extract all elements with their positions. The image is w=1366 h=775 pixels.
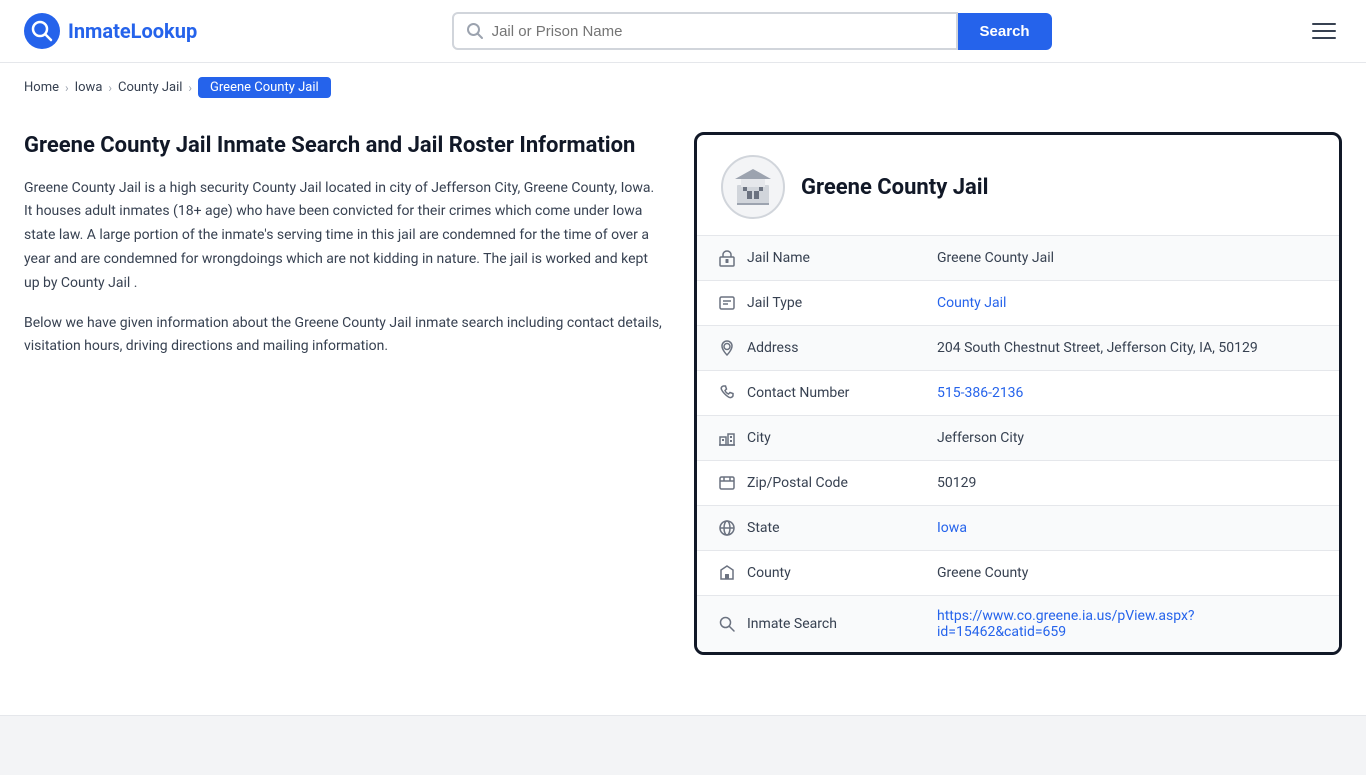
row-value: Greene County Jail (917, 236, 1339, 281)
chevron-icon: › (65, 81, 69, 95)
row-value: Jefferson City (917, 416, 1339, 461)
table-row: Jail Name Greene County Jail (697, 236, 1339, 281)
jail-avatar (721, 155, 785, 219)
chevron-icon: › (108, 81, 112, 95)
row-label: Zip/Postal Code (747, 475, 848, 491)
breadcrumb-iowa[interactable]: Iowa (75, 80, 103, 95)
main-content: Greene County Jail Inmate Search and Jai… (0, 112, 1366, 675)
header: InmateLookup Search (0, 0, 1366, 63)
card-title: Greene County Jail (801, 175, 988, 200)
jail-icon (717, 248, 737, 268)
logo-text: InmateLookup (68, 19, 197, 43)
building-icon (731, 165, 775, 209)
breadcrumb-current: Greene County Jail (198, 77, 331, 98)
info-card: Greene County Jail Jail Name Greene Coun… (694, 132, 1342, 655)
row-label: County (747, 565, 791, 581)
breadcrumb-home[interactable]: Home (24, 80, 59, 95)
hamburger-line (1312, 37, 1336, 39)
address-icon (717, 338, 737, 358)
search-button[interactable]: Search (958, 13, 1052, 50)
row-value-link[interactable]: https://www.co.greene.ia.us/pView.aspx?i… (937, 608, 1195, 640)
left-column: Greene County Jail Inmate Search and Jai… (24, 132, 664, 375)
table-row: Zip/Postal Code 50129 (697, 461, 1339, 506)
row-value: Greene County (917, 551, 1339, 596)
search-area: Search (452, 12, 1052, 50)
row-label: City (747, 430, 771, 446)
row-value-link[interactable]: Iowa (937, 520, 967, 536)
hamburger-line (1312, 30, 1336, 32)
table-row: County Greene County (697, 551, 1339, 596)
hamburger-menu[interactable] (1306, 17, 1342, 45)
row-value: 50129 (917, 461, 1339, 506)
row-label: Inmate Search (747, 616, 837, 632)
chevron-icon: › (188, 81, 192, 95)
table-row: Jail Type County Jail (697, 281, 1339, 326)
table-row: Contact Number 515-386-2136 (697, 371, 1339, 416)
row-label: Jail Type (747, 295, 802, 311)
row-label: Jail Name (747, 250, 810, 266)
table-row: City Jefferson City (697, 416, 1339, 461)
row-value-link[interactable]: County Jail (937, 295, 1006, 311)
row-label: Contact Number (747, 385, 849, 401)
row-label: Address (747, 340, 798, 356)
row-label: State (747, 520, 780, 536)
page-title: Greene County Jail Inmate Search and Jai… (24, 132, 664, 161)
row-value-link[interactable]: 515-386-2136 (937, 385, 1023, 401)
breadcrumb: Home › Iowa › County Jail › Greene Count… (0, 63, 1366, 112)
table-row: Inmate Search https://www.co.greene.ia.u… (697, 596, 1339, 653)
logo-icon (24, 13, 60, 49)
info-table: Jail Name Greene County Jail Jail Type C… (697, 236, 1339, 652)
county-icon (717, 563, 737, 583)
table-row: Address 204 South Chestnut Street, Jeffe… (697, 326, 1339, 371)
type-icon (717, 293, 737, 313)
table-row: State Iowa (697, 506, 1339, 551)
page-description-1: Greene County Jail is a high security Co… (24, 177, 664, 296)
card-header: Greene County Jail (697, 135, 1339, 236)
city-icon (717, 428, 737, 448)
page-description-2: Below we have given information about th… (24, 312, 664, 360)
hamburger-line (1312, 23, 1336, 25)
zip-icon (717, 473, 737, 493)
search-input[interactable] (492, 23, 944, 40)
globe-icon (717, 518, 737, 538)
row-value: 204 South Chestnut Street, Jefferson Cit… (917, 326, 1339, 371)
search-icon (466, 22, 484, 40)
search-icon (717, 614, 737, 634)
breadcrumb-county-jail[interactable]: County Jail (118, 80, 182, 95)
logo: InmateLookup (24, 13, 197, 49)
search-input-wrapper (452, 12, 958, 50)
phone-icon (717, 383, 737, 403)
footer-bar (0, 715, 1366, 775)
